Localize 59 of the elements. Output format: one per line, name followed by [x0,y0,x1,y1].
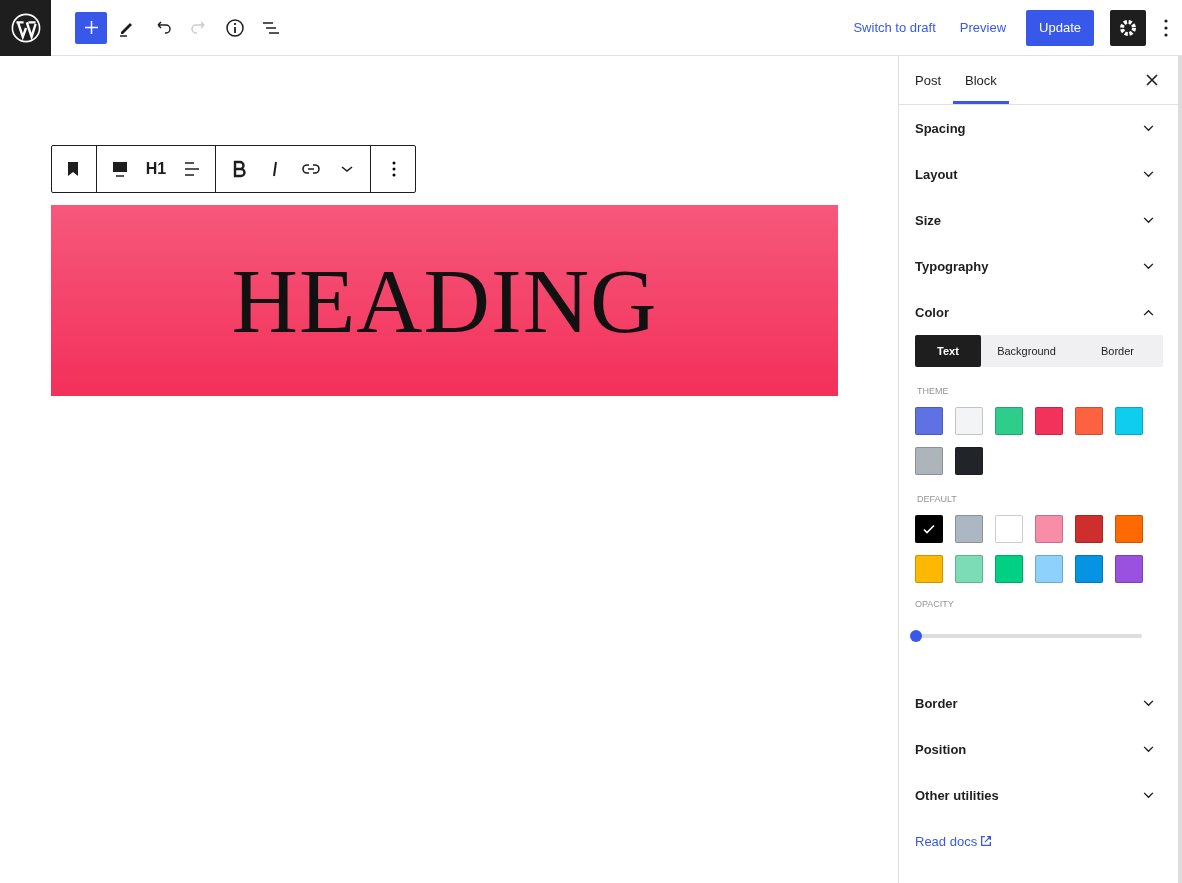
palette-label: DEFAULT [917,494,958,504]
chevron-up-icon [1143,308,1154,316]
color-swatch[interactable] [915,555,943,583]
color-swatch[interactable] [995,407,1023,435]
gear-icon [1120,19,1136,36]
chevron-down-icon [1143,791,1154,799]
color-swatch[interactable] [995,515,1023,543]
add-block-button[interactable] [75,11,107,44]
checkmark-icon [923,524,935,534]
color-swatch[interactable] [955,515,983,543]
panel-header[interactable]: Border [899,680,1178,726]
header-link[interactable]: Preview [951,12,1015,43]
chevron-down-icon [1143,216,1154,224]
color-swatch[interactable] [1035,407,1063,435]
opacity-label: OPACITY [915,599,955,609]
color-swatch[interactable] [1115,407,1143,435]
chevron-down-icon [1143,745,1154,753]
panel-header[interactable]: Position [899,726,1178,772]
heading-level-button[interactable]: H1 [139,151,173,187]
close-icon[interactable] [1146,74,1158,86]
panel-header[interactable]: Color [899,289,1178,335]
color-swatch[interactable] [995,555,1023,583]
color-swatch[interactable] [915,447,943,475]
color-swatch[interactable] [1115,515,1143,543]
plus-icon [84,21,98,34]
color-swatch[interactable] [1075,515,1103,543]
color-swatch[interactable] [915,515,943,543]
panel-header[interactable]: Layout [899,151,1178,197]
heading-text: HEADING [231,248,658,354]
color-swatch[interactable] [915,407,943,435]
color-swatch[interactable] [955,447,983,475]
sidebar-tab[interactable]: Post [903,56,953,104]
settings-button[interactable] [1110,9,1146,46]
chevron-down-icon [1143,170,1154,178]
read-docs-link[interactable]: Read docs [915,834,991,849]
panel-header[interactable]: Typography [899,243,1178,289]
panel-header[interactable]: Other utilities [899,772,1178,818]
segment-tab[interactable]: Background [981,335,1072,367]
chevron-down-icon [1143,124,1154,132]
color-swatch[interactable] [955,555,983,583]
color-swatch[interactable] [1115,555,1143,583]
palette-label: THEME [917,386,950,396]
chevron-down-icon [1143,699,1154,707]
header-link[interactable]: Switch to draft [845,12,944,43]
panel-header[interactable]: Size [899,197,1178,243]
chevron-down-icon [1143,262,1154,270]
panel-header[interactable]: Spacing [899,105,1178,151]
update-button[interactable]: Update [1026,9,1094,46]
sidebar-tab[interactable]: Block [953,56,1009,104]
segment-tab[interactable]: Border [1072,335,1163,367]
more-options-icon[interactable] [1164,18,1168,37]
color-swatch[interactable] [1075,555,1103,583]
segment-tab[interactable]: Text [915,335,981,367]
wordpress-logo[interactable] [0,0,51,56]
color-swatch[interactable] [1035,555,1063,583]
color-swatch[interactable] [955,407,983,435]
color-swatch[interactable] [1075,407,1103,435]
color-swatch[interactable] [1035,515,1063,543]
external-link-icon [980,836,991,846]
